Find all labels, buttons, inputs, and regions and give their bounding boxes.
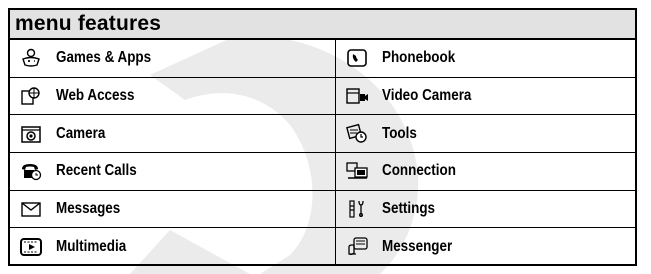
menu-item-messenger: Messenger	[336, 228, 635, 266]
games-apps-icon	[19, 48, 43, 68]
menu-item-label: Tools	[382, 124, 417, 142]
menu-item-label: Phonebook	[382, 49, 456, 67]
menu-item-web-access: Web Access	[10, 77, 336, 116]
web-access-icon	[19, 86, 43, 106]
menu-item-label: Web Access	[56, 86, 135, 104]
menu-item-connection: Connection	[336, 153, 635, 191]
multimedia-icon	[19, 237, 43, 257]
settings-icon	[345, 199, 369, 219]
menu-item-label: Video Camera	[382, 86, 472, 104]
menu-item-label: Settings	[382, 199, 436, 217]
table-title: menu features	[15, 12, 162, 35]
menu-grid: Games & Apps Phonebook Web Access Video …	[10, 40, 635, 266]
menu-item-label: Recent Calls	[56, 162, 137, 180]
camera-icon	[19, 124, 43, 144]
messages-icon	[19, 199, 43, 219]
phonebook-icon	[345, 48, 369, 68]
menu-item-messages: Messages	[10, 190, 336, 229]
video-camera-icon	[345, 86, 369, 106]
recent-calls-icon	[19, 161, 43, 181]
menu-item-games-apps: Games & Apps	[10, 40, 336, 78]
menu-item-video-camera: Video Camera	[336, 78, 635, 116]
menu-item-label: Games & Apps	[56, 49, 152, 67]
menu-item-label: Multimedia	[56, 238, 127, 256]
menu-item-tools: Tools	[336, 115, 635, 153]
menu-item-phonebook: Phonebook	[336, 40, 635, 78]
menu-item-label: Messages	[56, 199, 121, 217]
tools-icon	[345, 123, 369, 144]
menu-item-label: Camera	[56, 124, 106, 142]
messenger-icon	[345, 237, 369, 257]
menu-features-table: menu features Games & Apps Phonebook Web…	[8, 8, 637, 266]
table-header: menu features	[10, 10, 635, 40]
menu-item-recent-calls: Recent Calls	[10, 152, 336, 191]
menu-item-camera: Camera	[10, 115, 336, 153]
menu-item-multimedia: Multimedia	[10, 228, 336, 266]
menu-item-label: Connection	[382, 162, 456, 180]
connection-icon	[345, 161, 369, 181]
menu-item-settings: Settings	[336, 191, 635, 229]
menu-item-label: Messenger	[382, 238, 453, 256]
